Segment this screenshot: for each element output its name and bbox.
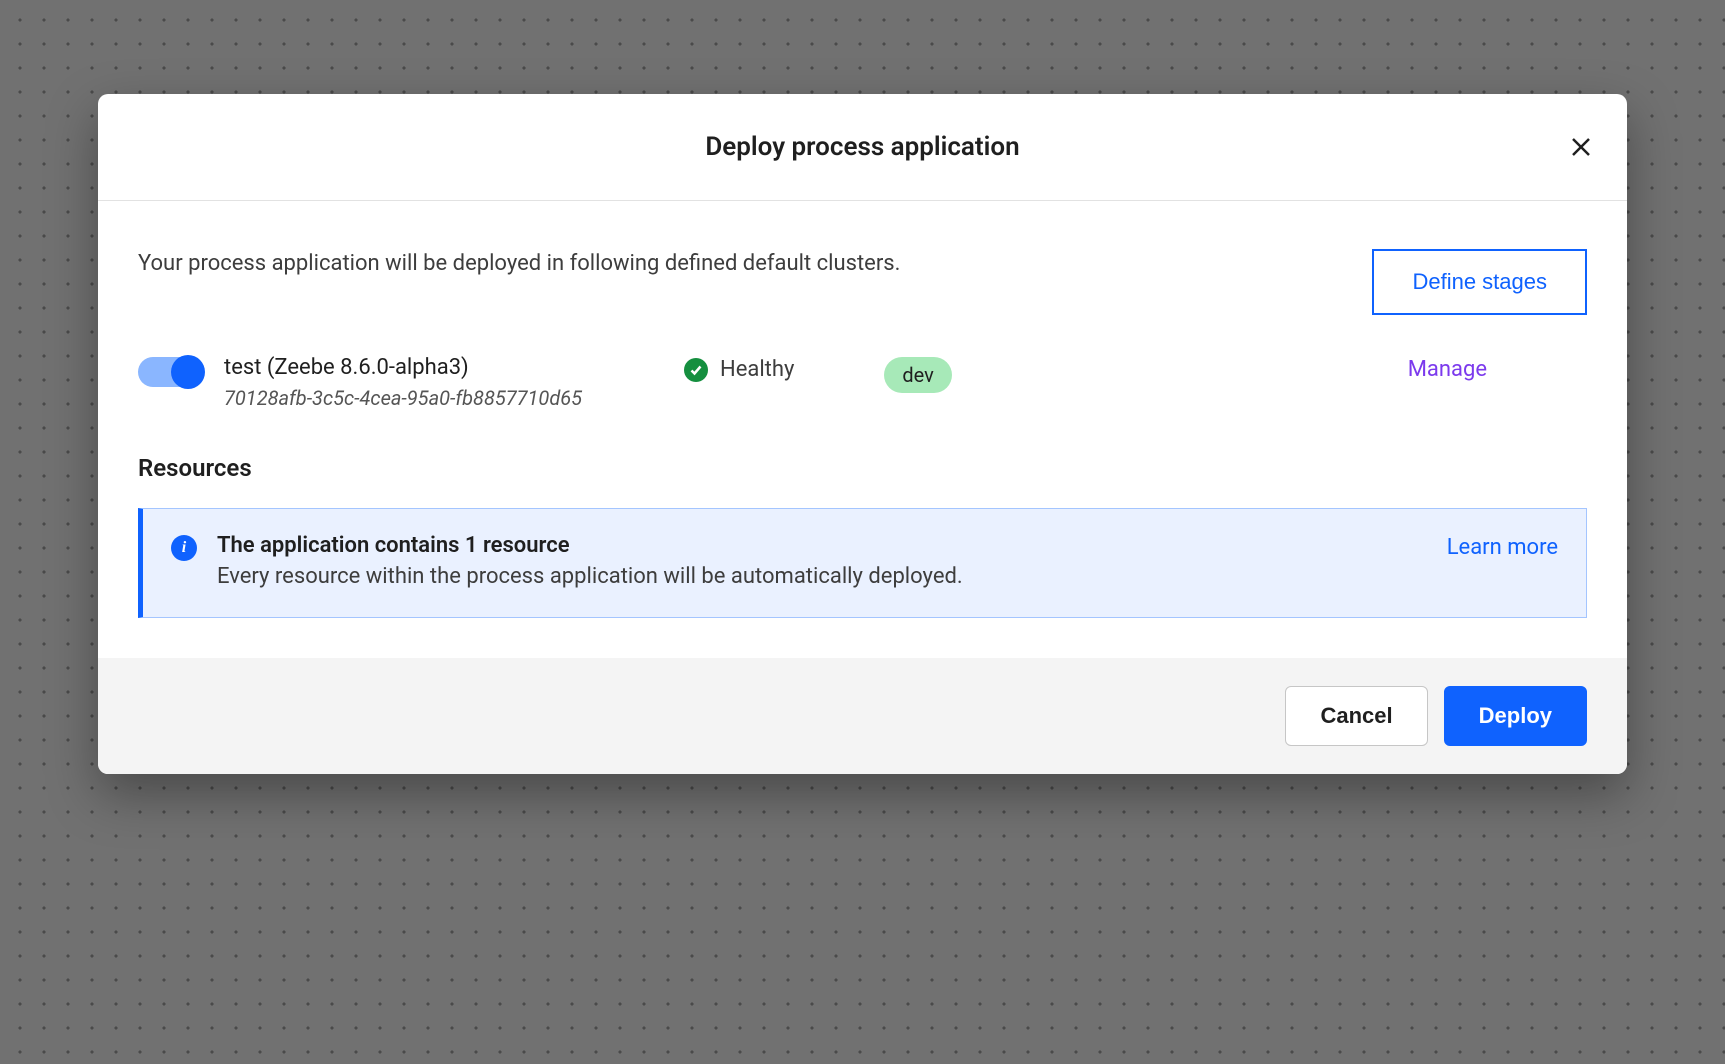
cluster-id: 70128afb-3c5c-4cea-95a0-fb8857710d65 — [224, 386, 664, 410]
intro-row: Your process application will be deploye… — [138, 249, 1587, 315]
info-panel-description: Every resource within the process applic… — [217, 564, 1427, 589]
info-icon: i — [171, 535, 197, 561]
check-icon — [684, 358, 708, 382]
resources-heading: Resources — [138, 454, 1587, 482]
modal-body: Your process application will be deploye… — [98, 201, 1627, 658]
cluster-info: test (Zeebe 8.6.0-alpha3) 70128afb-3c5c-… — [224, 355, 664, 410]
toggle-knob — [171, 355, 205, 389]
info-content: The application contains 1 resource Ever… — [217, 533, 1427, 589]
cancel-button[interactable]: Cancel — [1285, 686, 1427, 746]
deploy-modal: Deploy process application Your process … — [98, 94, 1627, 774]
info-panel-title: The application contains 1 resource — [217, 533, 1427, 558]
cluster-row: test (Zeebe 8.6.0-alpha3) 70128afb-3c5c-… — [138, 355, 1587, 410]
define-stages-button[interactable]: Define stages — [1372, 249, 1587, 315]
close-icon — [1570, 136, 1592, 158]
cluster-name: test (Zeebe 8.6.0-alpha3) — [224, 355, 664, 380]
modal-header: Deploy process application — [98, 94, 1627, 201]
learn-more-link[interactable]: Learn more — [1447, 535, 1558, 560]
cluster-toggle[interactable] — [138, 357, 204, 387]
intro-text: Your process application will be deploye… — [138, 249, 1340, 280]
cluster-health: Healthy — [684, 357, 794, 382]
manage-link[interactable]: Manage — [1408, 357, 1487, 382]
env-badge: dev — [884, 357, 951, 393]
resources-info-panel: i The application contains 1 resource Ev… — [138, 508, 1587, 618]
modal-footer: Cancel Deploy — [98, 658, 1627, 774]
modal-title: Deploy process application — [705, 132, 1019, 162]
close-button[interactable] — [1567, 133, 1595, 161]
health-status: Healthy — [720, 357, 794, 382]
deploy-button[interactable]: Deploy — [1444, 686, 1587, 746]
